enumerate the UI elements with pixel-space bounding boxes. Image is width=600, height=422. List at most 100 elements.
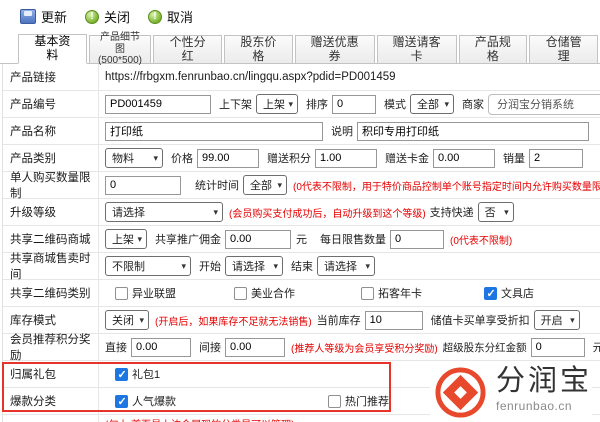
tab-warehouse[interactable]: 仓储管理 bbox=[529, 35, 598, 63]
chevron-down-icon: ▾ bbox=[181, 262, 186, 271]
label-yuan: 元 bbox=[296, 231, 307, 247]
chevron-down-icon: ▾ bbox=[365, 262, 370, 271]
label-description: 说明 bbox=[331, 123, 353, 139]
checkbox-annual-card-label: 拓客年卡 bbox=[378, 285, 422, 301]
label-indirect: 间接 bbox=[199, 339, 221, 355]
tab-product-spec[interactable]: 产品规格 bbox=[459, 35, 528, 63]
stock-mode-select[interactable]: 关闭 ▾ bbox=[105, 310, 149, 330]
label-upgrade-level: 升级等级 bbox=[3, 199, 99, 225]
cancel-button[interactable]: 取消 bbox=[148, 7, 193, 26]
label-referral-reward: 会员推荐积分奖励 bbox=[3, 334, 99, 360]
gift-points-input[interactable] bbox=[315, 149, 377, 168]
purchase-limit-note: (0代表不限制，用于特价商品控制单个账号指定时间内允许购买数量限制。) bbox=[293, 178, 600, 193]
label-sales: 销量 bbox=[503, 150, 525, 166]
label-product-name: 产品名称 bbox=[3, 118, 99, 144]
label-price: 价格 bbox=[171, 150, 193, 166]
row-shared-qr-category: 共享二维码类别 异业联盟 美业合作 拓客年卡 文具店 bbox=[3, 280, 600, 307]
description-input[interactable] bbox=[357, 122, 589, 141]
label-shared-qr-mall: 共享二维码商城 bbox=[3, 226, 99, 252]
chevron-down-icon: ▾ bbox=[504, 208, 509, 217]
upgrade-level-select[interactable]: 请选择 ▾ bbox=[105, 202, 223, 222]
fenrunbao-logo: 分润宝 fenrunbao.cn bbox=[430, 366, 592, 419]
checkbox-gift-pack-1-label: 礼包1 bbox=[132, 366, 160, 382]
checkbox-popular-hot-label: 人气爆款 bbox=[132, 393, 176, 409]
brand-domain-text: fenrunbao.cn bbox=[496, 399, 592, 413]
tab-gift-coupon[interactable]: 赠送优惠券 bbox=[295, 35, 375, 63]
tab-basic-info[interactable]: 基本资料 bbox=[18, 34, 87, 64]
onsale-select[interactable]: 上架 ▾ bbox=[256, 94, 298, 114]
stat-time-select[interactable]: 全部 ▾ bbox=[243, 175, 287, 195]
checkbox-gift-pack-1[interactable] bbox=[115, 368, 128, 381]
row-stock-mode: 库存模式 关闭 ▾ (开启后，如果库存不足就无法销售) 当前库存 储值卡买单享受… bbox=[3, 307, 600, 334]
checkbox-stationery[interactable] bbox=[484, 287, 497, 300]
tab-shareholder-price[interactable]: 股东价格 bbox=[224, 35, 293, 63]
chevron-down-icon: ▾ bbox=[139, 316, 144, 325]
label-gift-pack: 归属礼包 bbox=[3, 361, 99, 387]
checkbox-alliance-label: 异业联盟 bbox=[132, 285, 176, 301]
label-end-time: 结束 bbox=[291, 258, 313, 274]
card-discount-select[interactable]: 开启 ▾ bbox=[534, 310, 580, 330]
shared-mall-onsale-select[interactable]: 上架 ▾ bbox=[105, 229, 147, 249]
label-super-dividend: 超级股东分红金额 bbox=[443, 340, 527, 355]
close-button[interactable]: 关闭 bbox=[85, 7, 130, 26]
clipped-note: (勾上 首页最上边会展现的分类是可以管理) bbox=[105, 416, 294, 422]
label-mode: 模式 bbox=[384, 96, 406, 112]
chevron-down-icon: ▾ bbox=[153, 154, 158, 163]
label-yuan-2: 元 bbox=[593, 339, 600, 355]
product-link-value: https://frbgxm.fenrunbao.cn/lingqu.aspx?… bbox=[105, 71, 396, 83]
share-commission-input[interactable] bbox=[225, 230, 291, 249]
label-express-support: 支持快递 bbox=[430, 204, 474, 220]
purchase-limit-input[interactable] bbox=[105, 176, 181, 195]
checkbox-annual-card[interactable] bbox=[361, 287, 374, 300]
current-stock-input[interactable] bbox=[365, 311, 423, 330]
mode-select[interactable]: 全部 ▾ bbox=[410, 94, 454, 114]
close-button-label: 关闭 bbox=[104, 7, 130, 26]
cancel-button-label: 取消 bbox=[167, 7, 193, 26]
price-input[interactable] bbox=[197, 149, 259, 168]
label-card-discount: 储值卡买单享受折扣 bbox=[431, 312, 530, 328]
chevron-down-icon: ▾ bbox=[570, 316, 575, 325]
label-gift-card-money: 赠送卡金 bbox=[385, 150, 429, 166]
tab-gift-card[interactable]: 赠送请客卡 bbox=[377, 35, 457, 63]
super-dividend-input[interactable] bbox=[531, 338, 585, 357]
indirect-reward-input[interactable] bbox=[225, 338, 285, 357]
express-support-select[interactable]: 否 ▾ bbox=[478, 202, 514, 222]
daily-limit-note: (0代表不限制) bbox=[450, 232, 512, 247]
label-current-stock: 当前库存 bbox=[317, 312, 361, 328]
checkbox-popular-hot[interactable] bbox=[115, 395, 128, 408]
tab-detail-images[interactable]: 产品细节图 (500*500) bbox=[89, 35, 152, 63]
start-time-select[interactable]: 请选择 ▾ bbox=[225, 256, 283, 276]
row-product-link: 产品链接 https://frbgxm.fenrunbao.cn/lingqu.… bbox=[3, 64, 600, 91]
update-button-label: 更新 bbox=[41, 7, 67, 26]
product-edit-window: 更新 关闭 取消 基本资料 产品细节图 (500*500) 个性分红 股东价格 … bbox=[0, 0, 600, 422]
category-select[interactable]: 物料 ▾ bbox=[105, 148, 163, 168]
checkbox-beauty[interactable] bbox=[234, 287, 247, 300]
checkbox-trending[interactable] bbox=[328, 395, 341, 408]
end-time-select[interactable]: 请选择 ▾ bbox=[317, 256, 375, 276]
merchant-select[interactable]: 分润宝分销系统 ▾ bbox=[488, 94, 600, 115]
referral-reward-note: (推荐人等级为会员享受积分奖励) bbox=[291, 340, 438, 355]
update-button[interactable]: 更新 bbox=[20, 7, 67, 26]
row-shared-qr-mall: 共享二维码商城 上架 ▾ 共享推广佣金 元 每日限售数量 (0代表不限制) bbox=[3, 226, 600, 253]
sort-input[interactable] bbox=[332, 95, 376, 114]
sale-time-mode-select[interactable]: 不限制 ▾ bbox=[105, 256, 191, 276]
label-gift-points: 赠送积分 bbox=[267, 150, 311, 166]
product-name-input[interactable] bbox=[105, 122, 323, 141]
tab-custom-commission[interactable]: 个性分红 bbox=[153, 35, 222, 63]
label-purchase-limit: 单人购买数量限制 bbox=[3, 172, 99, 198]
checkbox-alliance[interactable] bbox=[115, 287, 128, 300]
daily-limit-input[interactable] bbox=[390, 230, 444, 249]
product-code-input[interactable] bbox=[105, 95, 211, 114]
row-referral-reward: 会员推荐积分奖励 直接 间接 (推荐人等级为会员享受积分奖励) 超级股东分红金额… bbox=[3, 334, 600, 361]
direct-reward-input[interactable] bbox=[131, 338, 191, 357]
label-daily-limit: 每日限售数量 bbox=[320, 231, 386, 247]
brand-text: 分润宝 bbox=[496, 366, 592, 398]
cancel-icon bbox=[148, 10, 162, 24]
stock-mode-note: (开启后，如果库存不足就无法销售) bbox=[155, 313, 312, 328]
row-product-category: 产品类别 物料 ▾ 价格 赠送积分 赠送卡金 销量 bbox=[3, 145, 600, 172]
label-onsale: 上下架 bbox=[219, 96, 252, 112]
row-purchase-limit: 单人购买数量限制 统计时间 全部 ▾ (0代表不限制，用于特价商品控制单个账号指… bbox=[3, 172, 600, 199]
gift-card-money-input[interactable] bbox=[433, 149, 495, 168]
checkbox-trending-label: 热门推荐 bbox=[345, 393, 389, 409]
sales-input[interactable] bbox=[529, 149, 583, 168]
